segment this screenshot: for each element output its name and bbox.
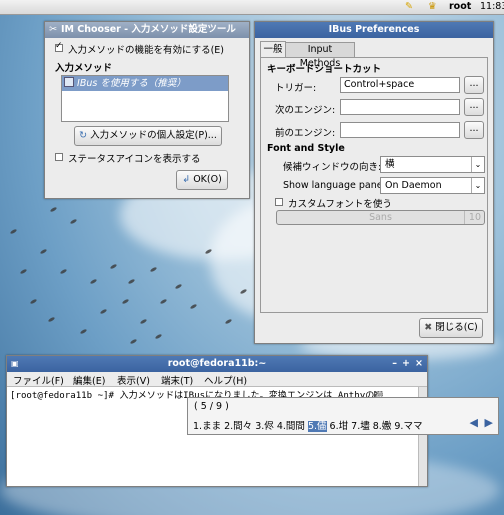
candidate-item[interactable]: 6.坩	[330, 421, 349, 432]
prev-engine-more-button[interactable]: ...	[464, 121, 484, 139]
font-button[interactable]: Sans 10	[276, 210, 485, 225]
next-engine-more-button[interactable]: ...	[464, 98, 484, 116]
window-title: root@fedora11b:~	[167, 358, 267, 369]
terminal-menubar: ファイル(F) 編集(E) 表示(V) 端末(T) ヘルプ(H)	[7, 372, 427, 387]
menu-terminal[interactable]: 端末(T)	[161, 373, 193, 387]
tab-input-methods[interactable]: Input Methods	[285, 42, 355, 69]
close-icon: ✖	[424, 322, 433, 333]
orientation-select[interactable]: 横 ⌄	[380, 156, 485, 173]
terminal-titlebar[interactable]: ▣ root@fedora11b:~ – + ×	[7, 356, 427, 372]
terminal-icon: ▣	[11, 359, 19, 368]
prev-engine-field[interactable]	[340, 122, 460, 138]
im-section-label: 入力メソッド	[55, 63, 113, 74]
crown-icon[interactable]: ♛	[428, 1, 437, 13]
shortcut-heading: キーボードショートカット	[267, 64, 382, 75]
custom-font-label[interactable]: カスタムフォントを使う	[288, 196, 392, 210]
clock[interactable]: 11:83	[480, 1, 504, 13]
menu-file[interactable]: ファイル(F)	[13, 373, 64, 387]
font-name: Sans	[369, 212, 392, 223]
language-panel-value: On Daemon	[385, 180, 442, 191]
chevron-down-icon: ⌄	[471, 157, 484, 172]
candidate-page-info: ( 5 / 9 )	[194, 401, 229, 412]
candidate-list: 1.まま 2.間々 3.侭 4.間間 5.儘 6.坩 7.壗 8.嫐 9.ママ	[193, 418, 422, 432]
prev-engine-label: 前のエンジン:	[275, 128, 336, 139]
im-chooser-titlebar[interactable]: ✂ IM Chooser - 入力メソッド設定ツール	[45, 22, 249, 38]
menu-help[interactable]: ヘルプ(H)	[204, 373, 247, 387]
im-list-item[interactable]: IBus を使用する（推奨）	[62, 76, 228, 91]
candidate-item-selected[interactable]: 5.儘	[307, 421, 327, 432]
maximize-icon[interactable]: +	[402, 356, 410, 372]
enable-im-label[interactable]: 入力メソッドの機能を有効にする(E)	[68, 42, 224, 56]
window-menu-icon[interactable]: ✂	[49, 22, 57, 38]
font-style-heading: Font and Style	[267, 143, 345, 154]
enable-im-checkbox[interactable]: ✓	[55, 41, 63, 52]
ok-button[interactable]: ↲ OK(O)	[176, 170, 228, 190]
ibus-titlebar[interactable]: IBus Preferences	[255, 22, 493, 38]
language-panel-label: Show language panel:	[283, 180, 389, 191]
window-title: IM Chooser - 入力メソッド設定ツール	[61, 24, 236, 35]
tab-general[interactable]: 一般	[260, 41, 286, 58]
prev-page-icon[interactable]: ◀	[470, 416, 478, 429]
status-icon-checkbox[interactable]	[55, 153, 63, 161]
candidate-window: ( 5 / 9 ) 1.まま 2.間々 3.侭 4.間間 5.儘 6.坩 7.壗…	[187, 397, 499, 435]
next-engine-label: 次のエンジン:	[275, 105, 336, 116]
candidate-item[interactable]: 1.まま	[193, 421, 221, 432]
next-page-icon[interactable]: ▶	[485, 416, 493, 429]
candidate-item[interactable]: 8.嫐	[373, 421, 392, 432]
ibus-icon	[64, 77, 74, 87]
custom-font-checkbox[interactable]	[275, 198, 283, 206]
candidate-item[interactable]: 9.ママ	[394, 421, 422, 432]
orientation-value: 横	[385, 159, 395, 170]
close-icon[interactable]: ×	[415, 356, 423, 372]
next-engine-field[interactable]	[340, 99, 460, 115]
candidate-item[interactable]: 3.侭	[255, 421, 274, 432]
im-list-item-label: IBus を使用する（推奨）	[77, 78, 186, 89]
trigger-field[interactable]: Control+space	[340, 77, 460, 93]
menu-view[interactable]: 表示(V)	[117, 373, 150, 387]
ibus-preferences-window: IBus Preferences 一般 Input Methods キーボードシ…	[254, 21, 494, 344]
top-panel: ✎ ♛ root 11:83	[0, 0, 504, 15]
candidate-item[interactable]: 4.間間	[277, 421, 305, 432]
personal-settings-label: 入力メソッドの個人設定(P)...	[90, 130, 217, 141]
chevron-down-icon: ⌄	[471, 178, 484, 193]
trigger-label: トリガー:	[275, 83, 317, 94]
im-chooser-window: ✂ IM Chooser - 入力メソッド設定ツール ✓ 入力メソッドの機能を有…	[44, 21, 250, 199]
setup-icon: ↻	[79, 130, 88, 141]
window-title: IBus Preferences	[328, 24, 420, 35]
orientation-label: 候補ウィンドウの向き:	[283, 162, 382, 173]
notes-icon[interactable]: ✎	[405, 1, 413, 13]
language-panel-select[interactable]: On Daemon ⌄	[380, 177, 485, 194]
trigger-more-button[interactable]: ...	[464, 76, 484, 94]
minimize-icon[interactable]: –	[392, 356, 397, 372]
menu-edit[interactable]: 編集(E)	[73, 373, 105, 387]
close-button[interactable]: ✖ 閉じる(C)	[419, 318, 483, 338]
ok-label: OK(O)	[193, 174, 222, 185]
candidate-item[interactable]: 2.間々	[224, 421, 252, 432]
status-icon-label[interactable]: ステータスアイコンを表示する	[68, 151, 201, 165]
user-name[interactable]: root	[449, 1, 471, 13]
ok-icon: ↲	[182, 174, 191, 185]
im-list[interactable]: IBus を使用する（推奨）	[61, 75, 229, 122]
candidate-item[interactable]: 7.壗	[351, 421, 370, 432]
personal-settings-button[interactable]: ↻ 入力メソッドの個人設定(P)...	[74, 126, 222, 146]
font-size: 10	[463, 211, 481, 224]
close-label: 閉じる(C)	[435, 322, 478, 333]
